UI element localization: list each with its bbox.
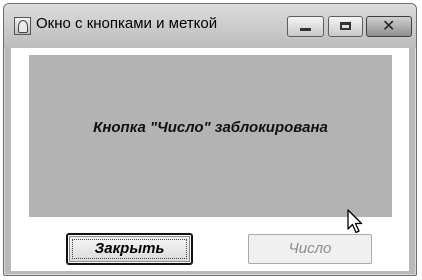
close-icon: ✕	[382, 18, 396, 35]
minimize-icon	[300, 28, 311, 31]
title-bar[interactable]: Окно с кнопками и меткой ✕	[4, 4, 416, 48]
status-label-panel: Кнопка "Число" заблокирована	[29, 55, 392, 217]
window-title: Окно с кнопками и меткой	[36, 15, 218, 32]
focus-ring	[72, 239, 187, 259]
close-button[interactable]: Закрыть	[67, 234, 192, 264]
java-app-icon	[14, 17, 31, 35]
maximize-icon	[340, 22, 351, 30]
status-label: Кнопка "Число" заблокирована	[93, 119, 328, 136]
window-close-button[interactable]: ✕	[366, 16, 412, 37]
number-button[interactable]: Число	[248, 234, 372, 264]
number-button-label: Число	[288, 240, 332, 257]
minimize-button[interactable]	[287, 16, 324, 37]
app-window: Окно с кнопками и меткой ✕ Кнопка "Число…	[3, 3, 417, 276]
content-pane: Кнопка "Число" заблокирована Закрыть Чис…	[11, 48, 409, 271]
maximize-button[interactable]	[328, 16, 363, 37]
mouse-pointer-icon	[347, 209, 363, 234]
